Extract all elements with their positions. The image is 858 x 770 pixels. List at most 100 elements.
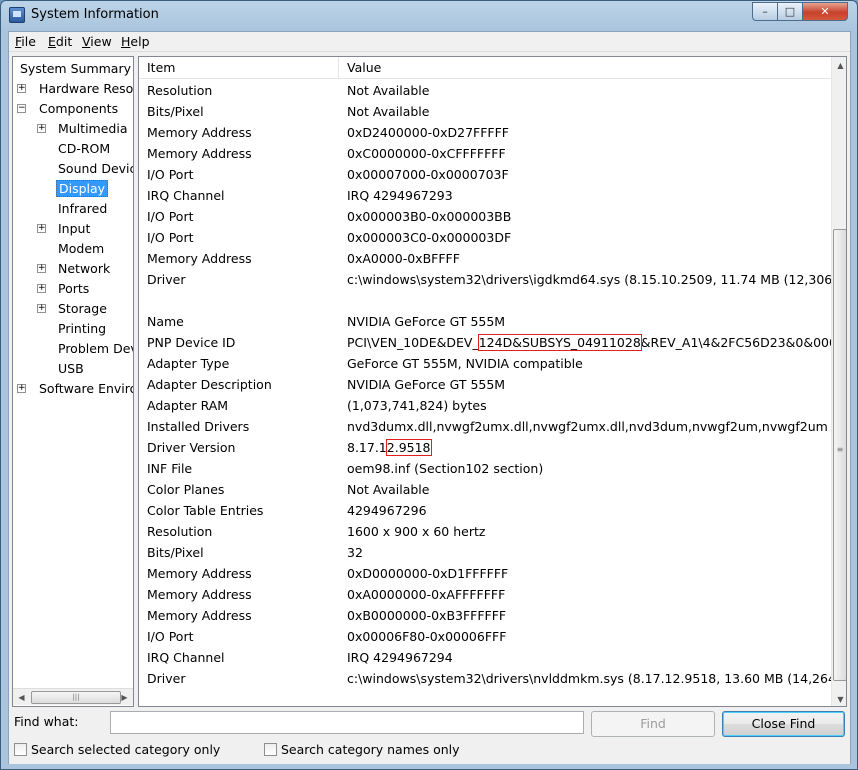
tree-item-storage[interactable]: Storage — [58, 299, 107, 319]
row-item: Memory Address — [147, 608, 252, 623]
category-tree[interactable]: System Summary + Hardware Resou − Compon… — [12, 56, 134, 707]
find-button[interactable]: Find — [591, 711, 715, 737]
row-value: 0x000003B0-0x000003BB — [347, 209, 512, 224]
menu-help[interactable]: Help — [121, 34, 150, 49]
table-row[interactable]: Bits/Pixel 32 — [139, 542, 831, 563]
tree-item-ports[interactable]: Ports — [58, 279, 89, 299]
table-row[interactable]: I/O Port 0x000003B0-0x000003BB — [139, 206, 831, 227]
list-vertical-scrollbar[interactable]: ▲ ≡ ▼ — [831, 57, 846, 706]
table-row[interactable]: Bits/Pixel Not Available — [139, 101, 831, 122]
table-row[interactable]: Adapter Description NVIDIA GeForce GT 555… — [139, 374, 831, 395]
tree-item-system-summary[interactable]: System Summary — [20, 59, 131, 79]
table-row[interactable]: Memory Address 0xD0000000-0xD1FFFFFF — [139, 563, 831, 584]
row-value: IRQ 4294967293 — [347, 188, 453, 203]
table-row[interactable]: Memory Address 0xB0000000-0xB3FFFFFF — [139, 605, 831, 626]
table-row[interactable]: Memory Address 0xC0000000-0xCFFFFFFF — [139, 143, 831, 164]
close-find-button[interactable]: Close Find — [722, 711, 845, 737]
expand-icon[interactable]: + — [37, 264, 46, 273]
table-row[interactable]: Color Table Entries 4294967296 — [139, 500, 831, 521]
column-header-item[interactable]: Item — [139, 57, 339, 79]
table-row[interactable]: Driver Version 8.17.12.9518 — [139, 437, 831, 458]
tree-item-software-environment[interactable]: Software Enviror — [39, 379, 133, 399]
table-row[interactable]: PNP Device ID PCI\VEN_10DE&DEV_124D&SUBSY… — [139, 332, 845, 353]
row-item: I/O Port — [147, 629, 194, 644]
row-item: Resolution — [147, 524, 213, 539]
tree-item-input[interactable]: Input — [58, 219, 90, 239]
expand-icon[interactable]: + — [37, 224, 46, 233]
row-item: Bits/Pixel — [147, 104, 204, 119]
row-item: IRQ Channel — [147, 650, 225, 665]
row-value: NVIDIA GeForce GT 555M — [347, 377, 506, 392]
menu-edit[interactable]: Edit — [48, 34, 72, 49]
row-item: Name — [147, 314, 184, 329]
scrollbar-thumb[interactable]: ||| — [31, 691, 121, 704]
scroll-down-icon[interactable]: ▼ — [832, 691, 846, 706]
row-item: IRQ Channel — [147, 188, 225, 203]
row-item: I/O Port — [147, 230, 194, 245]
table-row[interactable] — [139, 290, 831, 311]
table-row[interactable]: IRQ Channel IRQ 4294967294 — [139, 647, 831, 668]
minimize-button[interactable]: – — [752, 2, 778, 21]
row-item: Driver Version — [147, 440, 236, 455]
row-item: PNP Device ID — [147, 335, 236, 350]
table-row[interactable]: INF File oem98.inf (Section102 section) — [139, 458, 831, 479]
checkbox-icon[interactable] — [264, 743, 277, 756]
scroll-right-icon[interactable]: ▶ — [116, 689, 133, 706]
row-value: Not Available — [347, 482, 430, 497]
collapse-icon[interactable]: − — [17, 104, 26, 113]
row-value: (1,073,741,824) bytes — [347, 398, 487, 413]
row-item: I/O Port — [147, 209, 194, 224]
tree-item-sound-device[interactable]: Sound Device — [58, 159, 133, 179]
table-row[interactable]: Name NVIDIA GeForce GT 555M — [139, 311, 831, 332]
table-row[interactable]: Driver c:\windows\system32\drivers\igdkmd… — [139, 269, 846, 290]
table-row[interactable]: Resolution Not Available — [139, 80, 831, 101]
expand-icon[interactable]: + — [37, 304, 46, 313]
expand-icon[interactable]: + — [37, 284, 46, 293]
table-row[interactable]: IRQ Channel IRQ 4294967293 — [139, 185, 831, 206]
tree-item-usb[interactable]: USB — [58, 359, 84, 379]
menu-file[interactable]: File — [15, 34, 36, 49]
table-row[interactable]: Memory Address 0xA0000000-0xAFFFFFFF — [139, 584, 831, 605]
tree-item-cdrom[interactable]: CD-ROM — [58, 139, 110, 159]
table-row[interactable]: I/O Port 0x00007000-0x0000703F — [139, 164, 831, 185]
checkbox-icon[interactable] — [14, 743, 27, 756]
tree-horizontal-scrollbar[interactable]: ◀ ||| ▶ — [13, 688, 133, 706]
find-input[interactable] — [110, 711, 584, 734]
tree-item-multimedia[interactable]: Multimedia — [58, 119, 128, 139]
expand-icon[interactable]: + — [17, 84, 26, 93]
table-row[interactable]: Memory Address 0xA0000-0xBFFFF — [139, 248, 831, 269]
table-row[interactable]: Driver c:\windows\system32\drivers\nvlddm… — [139, 668, 846, 689]
tree-item-hardware-resources[interactable]: Hardware Resou — [39, 79, 133, 99]
details-list[interactable]: Item Value Resolution Not Available Bits/P… — [138, 56, 847, 707]
table-row[interactable]: Color Planes Not Available — [139, 479, 831, 500]
row-item: Adapter Type — [147, 356, 230, 371]
expand-icon[interactable]: + — [37, 124, 46, 133]
menu-view[interactable]: View — [82, 34, 112, 49]
close-button[interactable]: ✕ — [802, 2, 848, 21]
table-row[interactable]: I/O Port 0x00006F80-0x00006FFF — [139, 626, 831, 647]
tree-item-modem[interactable]: Modem — [58, 239, 104, 259]
tree-item-problem-devices[interactable]: Problem Dev — [58, 339, 133, 359]
title-bar[interactable]: System Information – □ ✕ — [1, 1, 857, 31]
highlight-box: 124D&SUBSYS_04911028 — [477, 334, 642, 351]
tree-item-network[interactable]: Network — [58, 259, 110, 279]
table-row[interactable]: Adapter RAM (1,073,741,824) bytes — [139, 395, 831, 416]
column-header-value[interactable]: Value — [339, 57, 831, 79]
tree-item-printing[interactable]: Printing — [58, 319, 106, 339]
scrollbar-thumb[interactable]: ≡ — [833, 229, 846, 681]
table-row[interactable]: Adapter Type GeForce GT 555M, NVIDIA comp… — [139, 353, 831, 374]
maximize-button[interactable]: □ — [777, 2, 803, 21]
search-names-checkbox[interactable]: Search category names only — [264, 742, 460, 757]
scroll-left-icon[interactable]: ◀ — [13, 689, 30, 706]
tree-item-infrared[interactable]: Infrared — [58, 199, 107, 219]
table-row[interactable]: I/O Port 0x000003C0-0x000003DF — [139, 227, 831, 248]
search-selected-checkbox[interactable]: Search selected category only — [14, 742, 220, 757]
scroll-up-icon[interactable]: ▲ — [832, 57, 846, 74]
table-row[interactable]: Memory Address 0xD2400000-0xD27FFFFF — [139, 122, 831, 143]
tree-item-display[interactable]: Display — [56, 180, 109, 197]
tree-item-components[interactable]: Components — [39, 99, 118, 119]
expand-icon[interactable]: + — [17, 384, 26, 393]
row-value: 0x00006F80-0x00006FFF — [347, 629, 507, 644]
table-row[interactable]: Installed Drivers nvd3dumx.dll,nvwgf2umx.… — [139, 416, 831, 437]
table-row[interactable]: Resolution 1600 x 900 x 60 hertz — [139, 521, 831, 542]
